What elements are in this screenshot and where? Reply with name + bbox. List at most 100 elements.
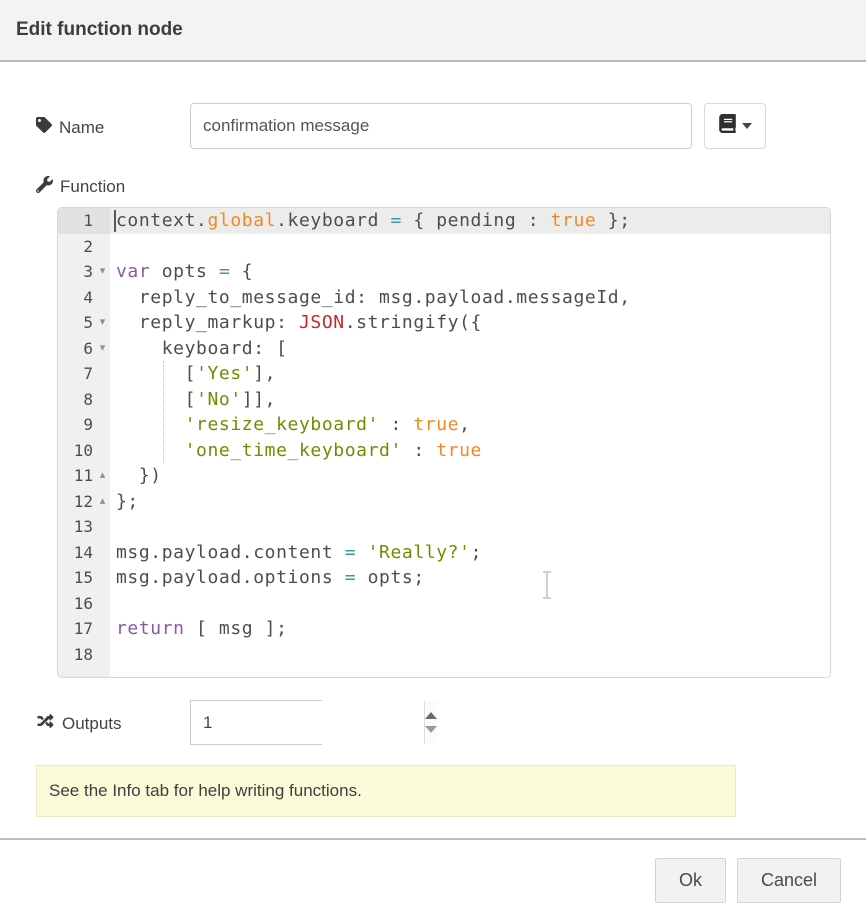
name-label-row: Name <box>36 117 104 138</box>
code-text: var opts = { <box>110 259 253 285</box>
line-number: 11 <box>58 463 95 489</box>
code-line[interactable]: 7 ['Yes'], <box>58 361 830 387</box>
line-number: 8 <box>58 387 95 413</box>
shuffle-icon <box>36 713 55 734</box>
gutter-cell: 13 <box>58 514 110 540</box>
cancel-button[interactable]: Cancel <box>737 858 841 903</box>
fold-spacer <box>95 642 110 668</box>
code-text: msg.payload.options = opts; <box>110 565 425 591</box>
code-line[interactable]: 16 <box>58 591 830 617</box>
code-text: return [ msg ]; <box>110 616 288 642</box>
code-line[interactable]: 17return [ msg ]; <box>58 616 830 642</box>
edit-function-dialog: Edit function node Name Function 1contex… <box>0 0 866 920</box>
line-number: 3 <box>58 259 95 285</box>
code-line[interactable]: 5▾ reply_markup: JSON.stringify({ <box>58 310 830 336</box>
code-line[interactable]: 14msg.payload.content = 'Really?'; <box>58 540 830 566</box>
code-text: reply_markup: JSON.stringify({ <box>110 310 482 336</box>
code-text: ['No']], <box>110 387 276 413</box>
code-line[interactable]: 2 <box>58 234 830 260</box>
gutter-cell: 3▾ <box>58 259 110 285</box>
code-text: 'resize_keyboard' : true, <box>110 412 471 438</box>
gutter-cell: 18 <box>58 642 110 668</box>
gutter-cell: 11▴ <box>58 463 110 489</box>
code-line[interactable]: 4 reply_to_message_id: msg.payload.messa… <box>58 285 830 311</box>
line-number: 16 <box>58 591 95 617</box>
outputs-label: Outputs <box>62 714 122 734</box>
book-icon <box>719 114 736 138</box>
gutter-cell: 14 <box>58 540 110 566</box>
code-text <box>110 591 116 617</box>
code-text: }; <box>110 489 139 515</box>
fold-close-icon[interactable]: ▴ <box>95 489 110 515</box>
spinner-down-icon[interactable] <box>425 726 437 733</box>
code-text: ['Yes'], <box>110 361 276 387</box>
footer-divider <box>0 838 866 840</box>
gutter-cell: 6▾ <box>58 336 110 362</box>
gutter-cell: 8 <box>58 387 110 413</box>
gutter-cell: 12▴ <box>58 489 110 515</box>
fold-spacer <box>95 591 110 617</box>
gutter-cell: 5▾ <box>58 310 110 336</box>
fold-spacer <box>95 616 110 642</box>
code-lines: 1 context.global.keyboard = { pending : t… <box>58 208 830 667</box>
name-input[interactable] <box>190 103 692 149</box>
code-line[interactable]: 9 'resize_keyboard' : true, <box>58 412 830 438</box>
fold-spacer <box>95 387 110 413</box>
line-number: 6 <box>58 336 95 362</box>
gutter-cell: 10 <box>58 438 110 464</box>
line-number: 12 <box>58 489 95 515</box>
outputs-spinner <box>190 700 322 745</box>
code-line[interactable]: 3▾var opts = { <box>58 259 830 285</box>
fold-spacer <box>95 514 110 540</box>
code-line[interactable]: 8 ['No']], <box>58 387 830 413</box>
code-line[interactable]: 1 context.global.keyboard = { pending : t… <box>58 208 830 234</box>
gutter-cell: 17 <box>58 616 110 642</box>
code-text: context.global.keyboard = { pending : tr… <box>110 208 631 234</box>
code-text: keyboard: [ <box>110 336 288 362</box>
spinner-up-icon[interactable] <box>425 712 437 719</box>
gutter-cell: 16 <box>58 591 110 617</box>
code-line[interactable]: 13 <box>58 514 830 540</box>
code-editor[interactable]: 1 context.global.keyboard = { pending : t… <box>57 207 831 678</box>
gutter-cell: 9 <box>58 412 110 438</box>
chevron-down-icon <box>742 123 752 129</box>
outputs-input[interactable] <box>191 701 424 744</box>
ok-button[interactable]: Ok <box>655 858 726 903</box>
line-number: 18 <box>58 642 95 668</box>
code-line[interactable]: 18 <box>58 642 830 668</box>
outputs-label-row: Outputs <box>36 713 122 734</box>
fold-open-icon[interactable]: ▾ <box>95 259 110 285</box>
code-line[interactable]: 10 'one_time_keyboard' : true <box>58 438 830 464</box>
code-text <box>110 514 116 540</box>
line-number: 5 <box>58 310 95 336</box>
code-text: msg.payload.content = 'Really?'; <box>110 540 482 566</box>
fold-open-icon[interactable]: ▾ <box>95 310 110 336</box>
fold-spacer <box>95 234 110 260</box>
fold-open-icon[interactable]: ▾ <box>95 336 110 362</box>
line-number: 1 <box>58 208 95 234</box>
code-text <box>110 234 116 260</box>
fold-spacer <box>95 361 110 387</box>
code-line[interactable]: 12▴}; <box>58 489 830 515</box>
fold-close-icon[interactable]: ▴ <box>95 463 110 489</box>
fold-spacer <box>95 285 110 311</box>
fold-spacer <box>95 438 110 464</box>
code-line[interactable]: 11▴ }) <box>58 463 830 489</box>
spinner-buttons[interactable] <box>424 701 437 744</box>
code-line[interactable]: 15 msg.payload.options = opts; <box>58 565 830 591</box>
name-label: Name <box>59 118 104 138</box>
gutter-cell: 1 <box>58 208 110 234</box>
wrench-icon <box>36 176 53 198</box>
code-line[interactable]: 6▾ keyboard: [ <box>58 336 830 362</box>
info-tip: See the Info tab for help writing functi… <box>36 765 736 817</box>
tag-icon <box>36 117 52 138</box>
gutter-cell: 4 <box>58 285 110 311</box>
gutter-cell: 2 <box>58 234 110 260</box>
dialog-header: Edit function node <box>0 0 866 62</box>
dialog-title: Edit function node <box>16 0 183 60</box>
line-number: 13 <box>58 514 95 540</box>
line-number: 15 <box>58 565 95 591</box>
ibeam-cursor <box>539 570 555 605</box>
library-button[interactable] <box>704 103 766 149</box>
line-number: 2 <box>58 234 95 260</box>
